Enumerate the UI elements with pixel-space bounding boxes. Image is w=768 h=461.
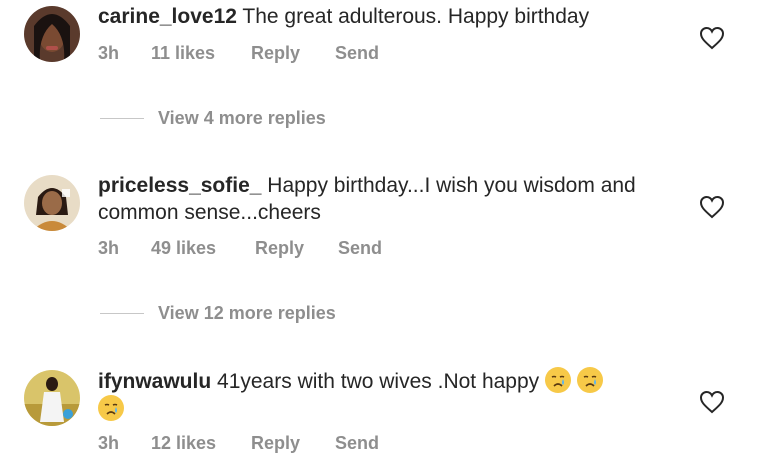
comment-time: 3h: [98, 238, 120, 258]
comment-time: 3h: [98, 433, 120, 453]
comment-username[interactable]: carine_love12: [98, 5, 237, 28]
crying-face-emoji: [545, 367, 572, 393]
heart-outline-icon[interactable]: [699, 195, 725, 219]
heart-outline-icon[interactable]: [699, 390, 725, 414]
avatar[interactable]: [24, 370, 80, 426]
view-more-replies-button[interactable]: View 12 more replies: [100, 303, 336, 324]
view-more-replies-button[interactable]: View 4 more replies: [100, 108, 326, 129]
heart-outline-icon[interactable]: [699, 26, 725, 50]
comment-text: ifynwawulu 41years with two wives .Not h…: [98, 367, 678, 423]
reply-button[interactable]: Reply: [251, 43, 335, 64]
comment-text: priceless_sofie_ Happy birthday...I wish…: [98, 172, 678, 226]
likes-count[interactable]: 12 likes: [151, 433, 251, 454]
crying-face-emoji: [98, 395, 124, 421]
likes-count[interactable]: 49 likes: [151, 238, 255, 259]
avatar[interactable]: [24, 175, 80, 231]
view-more-replies-label: View 4 more replies: [158, 108, 326, 128]
send-button[interactable]: Send: [338, 238, 382, 259]
view-more-replies-label: View 12 more replies: [158, 303, 336, 323]
divider-line: [100, 313, 144, 314]
comment-body: The great adulterous. Happy birthday: [236, 5, 590, 28]
likes-count[interactable]: 11 likes: [151, 43, 251, 64]
crying-face-emoji: [576, 367, 603, 393]
comment-body: 41years with two wives .Not happy: [211, 370, 540, 393]
comment-meta: 3h 12 likes Reply Send: [98, 433, 379, 454]
comment-time: 3h: [98, 43, 120, 63]
comment-username[interactable]: ifynwawulu: [98, 370, 211, 393]
reply-button[interactable]: Reply: [251, 433, 335, 454]
comment-meta: 3h 11 likes Reply Send: [98, 43, 379, 64]
send-button[interactable]: Send: [335, 433, 379, 454]
send-button[interactable]: Send: [335, 43, 379, 64]
comment-meta: 3h 49 likes Reply Send: [98, 238, 382, 259]
reply-button[interactable]: Reply: [255, 238, 338, 259]
comment-username[interactable]: priceless_sofie_: [98, 174, 261, 197]
divider-line: [100, 118, 144, 119]
comment-text: carine_love12 The great adulterous. Happ…: [98, 3, 678, 30]
avatar[interactable]: [24, 6, 80, 62]
